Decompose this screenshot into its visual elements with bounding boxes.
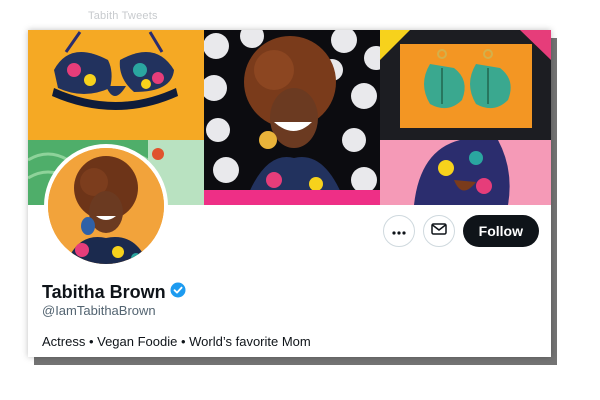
message-button[interactable] xyxy=(422,215,455,247)
banner-panel-swimsuit xyxy=(28,30,204,140)
banner-panel-portrait xyxy=(204,30,380,205)
faded-header-text: Tabith Tweets xyxy=(88,10,158,22)
profile-actions: Follow xyxy=(382,215,539,247)
profile-handle: @IamTabithaBrown xyxy=(42,303,156,318)
more-icon xyxy=(392,222,406,240)
banner-panel-earrings xyxy=(380,30,551,140)
profile-bio: Actress • Vegan Foodie • World’s favorit… xyxy=(42,334,311,349)
banner-panel-dress xyxy=(380,140,551,205)
profile-name: Tabitha Brown xyxy=(42,282,166,302)
verified-badge-icon xyxy=(170,282,186,303)
profile-card: Follow Tabitha Brown @IamTabithaBrown Ac… xyxy=(28,30,551,357)
mail-icon xyxy=(430,222,447,240)
profile-name-row: Tabitha Brown xyxy=(42,282,186,303)
follow-button[interactable]: Follow xyxy=(462,215,539,247)
more-button[interactable] xyxy=(382,215,415,247)
profile-avatar[interactable] xyxy=(44,144,168,268)
